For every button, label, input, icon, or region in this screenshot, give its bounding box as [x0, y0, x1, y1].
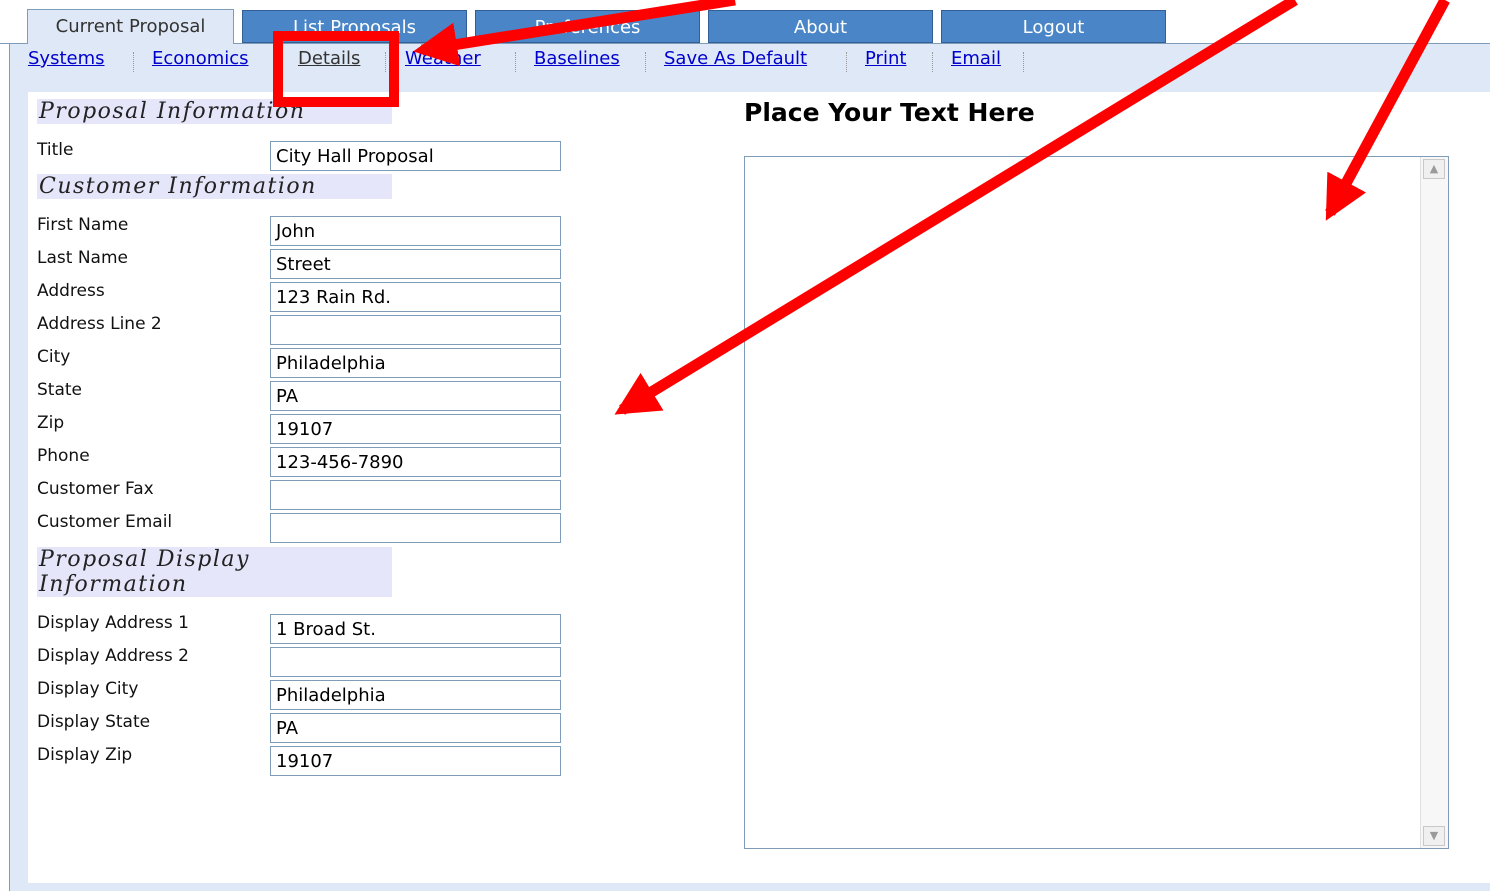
label-phone: Phone — [37, 446, 90, 466]
proposal-text-area[interactable]: ▲ ▼ — [744, 156, 1449, 849]
address-line-2-field[interactable] — [270, 315, 561, 345]
customer-fax-field[interactable] — [270, 480, 561, 510]
subnav-email-link[interactable]: Email — [951, 48, 1001, 69]
label-state: State — [37, 380, 82, 400]
label-zip: Zip — [37, 413, 65, 433]
section-proposal-display-line1: Proposal Display — [39, 547, 250, 572]
tab-preferences[interactable]: Preferences — [475, 10, 700, 43]
customer-email-field[interactable] — [270, 513, 561, 543]
state-field[interactable]: PA — [270, 381, 561, 411]
label-customer-email: Customer Email — [37, 512, 173, 532]
tab-current-proposal[interactable]: Current Proposal — [27, 9, 234, 44]
label-customer-fax: Customer Fax — [37, 479, 154, 499]
section-proposal-display-information: Proposal Display Information — [37, 547, 392, 597]
zip-field[interactable]: 19107 — [270, 414, 561, 444]
subnav-weather-link[interactable]: Weather — [405, 48, 481, 69]
subnav-separator — [279, 52, 280, 72]
last-name-field[interactable]: Street — [270, 249, 561, 279]
subnav-economics-link[interactable]: Economics — [152, 48, 249, 69]
tab-about[interactable]: About — [708, 10, 933, 43]
subnav-systems-link[interactable]: Systems — [28, 48, 105, 69]
section-customer-information: Customer Information — [37, 174, 392, 199]
address-field[interactable]: 123 Rain Rd. — [270, 282, 561, 312]
label-last-name: Last Name — [37, 248, 128, 268]
display-city-field[interactable]: Philadelphia — [270, 680, 561, 710]
section-proposal-display-line2: Information — [39, 572, 188, 597]
subnav-details-link[interactable]: Details — [298, 48, 360, 69]
label-display-address-2: Display Address 2 — [37, 646, 189, 666]
display-address-1-field[interactable]: 1 Broad St. — [270, 614, 561, 644]
tab-list-proposals[interactable]: List Proposals — [242, 10, 467, 43]
label-first-name: First Name — [37, 215, 129, 235]
section-proposal-information: Proposal Information — [37, 99, 392, 124]
label-display-state: Display State — [37, 712, 151, 732]
left-border — [0, 0, 10, 891]
subnav-print-link[interactable]: Print — [865, 48, 906, 69]
first-name-field[interactable]: John — [270, 216, 561, 246]
label-city: City — [37, 347, 71, 367]
subnav-separator — [133, 52, 134, 72]
subnav-separator — [846, 52, 847, 72]
subnav-separator — [515, 52, 516, 72]
text-area-scrollbar[interactable]: ▲ ▼ — [1420, 157, 1448, 848]
label-display-address-1: Display Address 1 — [37, 613, 189, 633]
tab-logout[interactable]: Logout — [941, 10, 1166, 43]
tab-bar: Current Proposal List Proposals Preferen… — [0, 0, 1490, 44]
subnav-baselines-link[interactable]: Baselines — [534, 48, 620, 69]
display-state-field[interactable]: PA — [270, 713, 561, 743]
label-display-zip: Display Zip — [37, 745, 133, 765]
scroll-up-icon[interactable]: ▲ — [1423, 159, 1445, 179]
scroll-down-icon[interactable]: ▼ — [1423, 826, 1445, 846]
label-address: Address — [37, 281, 105, 301]
subnav-save-default-link[interactable]: Save As Default — [664, 48, 807, 69]
label-title: Title — [37, 140, 74, 160]
label-display-city: Display City — [37, 679, 139, 699]
subnav-separator — [1023, 52, 1024, 72]
subnav-separator — [645, 52, 646, 72]
text-panel-heading: Place Your Text Here — [744, 98, 1035, 127]
subnav-separator — [385, 52, 386, 72]
label-address-line-2: Address Line 2 — [37, 314, 162, 334]
subnav-separator — [932, 52, 933, 72]
title-field[interactable]: City Hall Proposal — [270, 141, 561, 171]
phone-field[interactable]: 123-456-7890 — [270, 447, 561, 477]
display-address-2-field[interactable] — [270, 647, 561, 677]
sub-navigation: Systems Economics Details Weather Baseli… — [10, 44, 1490, 90]
display-zip-field[interactable]: 19107 — [270, 746, 561, 776]
city-field[interactable]: Philadelphia — [270, 348, 561, 378]
